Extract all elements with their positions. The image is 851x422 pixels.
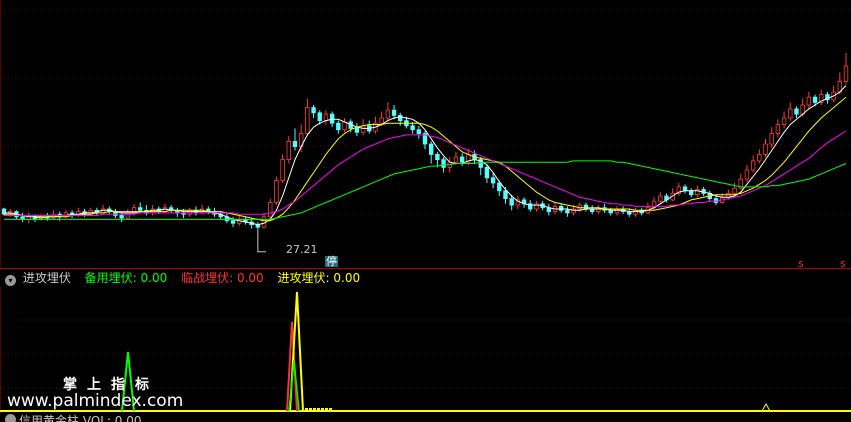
bottom-panel-legend: 信用黄金柱 VOL: 0.00 (0, 414, 851, 422)
candle-body (119, 215, 124, 219)
candle-body (441, 159, 446, 168)
yellow-small-bar (321, 408, 324, 411)
candle-body (286, 140, 291, 160)
candle-body (775, 124, 781, 134)
candle-body (509, 198, 514, 206)
candle-body (410, 125, 415, 131)
yellow-small-bar (325, 408, 328, 411)
candle-body (503, 190, 508, 200)
bottom-panel-title: 信用黄金柱 VOL: 0.00 (19, 414, 142, 422)
candle-body (187, 209, 192, 215)
candle-body (342, 121, 347, 131)
watermark-url: www.palmindex.com (7, 391, 184, 411)
candle-body (398, 115, 403, 122)
candle-body (534, 203, 539, 210)
candle-body (689, 190, 694, 196)
candle-body (1, 208, 7, 215)
candle-body (559, 205, 564, 211)
candle-body (230, 220, 236, 224)
collapse-toggle-icon-2[interactable] (5, 414, 16, 422)
candle-body (459, 156, 465, 163)
candle-body (131, 207, 137, 214)
candle-body (317, 112, 322, 122)
yellow-small-bar (309, 408, 312, 411)
candle-body (633, 209, 638, 215)
candle-body (292, 140, 298, 147)
candle-body (268, 202, 273, 218)
candle-body (385, 109, 391, 119)
yellow-spike (289, 291, 304, 412)
candle-body (565, 209, 570, 214)
yellow-small-bar (313, 408, 316, 411)
main-price-chart (0, 0, 851, 268)
ma5-line (4, 85, 847, 226)
yellow-triangle-marker (761, 402, 771, 412)
candle-body (794, 108, 799, 115)
candle-body (750, 160, 756, 171)
ma10-line (4, 96, 847, 222)
legend-series-3: 进攻埋伏: 0.00 (277, 271, 361, 285)
candle-body (583, 204, 589, 210)
candle-body (323, 113, 329, 121)
candle-body (497, 182, 502, 192)
candle-body (435, 153, 440, 160)
candle-body (812, 96, 818, 103)
candle-body (744, 169, 750, 180)
candle-body (843, 65, 849, 82)
candle-body (354, 127, 360, 133)
candle-body (484, 166, 490, 179)
candle-body (732, 187, 737, 194)
candle-body (336, 122, 341, 131)
candle-body (379, 117, 384, 124)
candle-body (695, 189, 700, 196)
candle-body (138, 207, 143, 211)
candle-body (453, 156, 459, 163)
yellow-small-bar (329, 408, 332, 411)
low-price-marker: 27.21 (286, 243, 318, 256)
legend-series-1: 备用埋伏: 0.00 (84, 271, 168, 285)
legend-series-2: 临战埋伏: 0.00 (181, 271, 264, 285)
candle-body (788, 108, 793, 119)
candle-body (757, 153, 762, 162)
indicator-title: 进攻埋伏 (22, 271, 71, 285)
candle-body (360, 125, 366, 133)
collapse-toggle-icon[interactable]: ▾ (5, 275, 16, 286)
candle-body (769, 133, 774, 145)
red-spike (286, 321, 298, 412)
candle-body (658, 195, 663, 202)
candle-body (806, 96, 812, 106)
candle-body (490, 177, 496, 184)
candle-body (311, 107, 316, 114)
candle-body (274, 179, 279, 203)
green-spike-2 (288, 359, 300, 412)
candle-body (416, 129, 422, 134)
candle-body (682, 186, 688, 192)
candle-body (428, 143, 434, 155)
indicator-legend: ▾ 进攻埋伏 备用埋伏: 0.00 临战埋伏: 0.00 进攻埋伏: 0.00 (0, 270, 851, 286)
candle-body (763, 143, 768, 155)
yellow-small-bar (305, 408, 308, 411)
candle-body (305, 107, 310, 134)
candle-body (280, 159, 285, 181)
candle-body (125, 212, 131, 219)
low-marker-leader (257, 229, 266, 253)
panel-separator (0, 268, 851, 269)
candle-body (329, 113, 335, 124)
stop-flag: 停 (325, 255, 338, 268)
yellow-small-bar (317, 408, 320, 411)
ma60-line (4, 160, 847, 220)
candle-body (781, 117, 787, 125)
candle-body (391, 109, 397, 116)
candle-body (614, 208, 620, 214)
